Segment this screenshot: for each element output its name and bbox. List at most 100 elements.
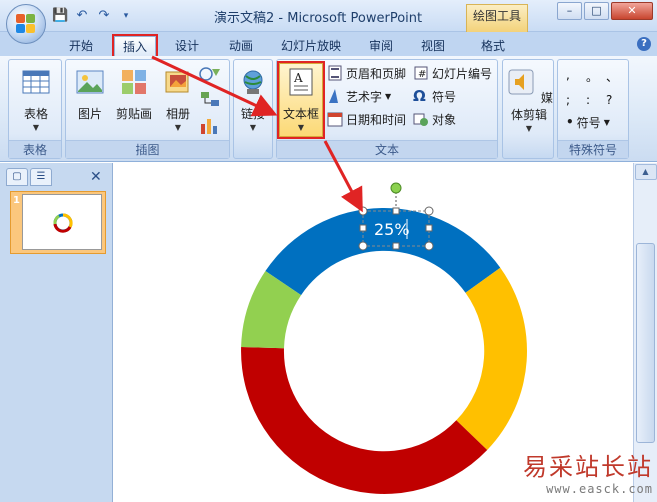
slide-number-icon: # [414, 66, 428, 80]
thumbnail-donut [53, 213, 73, 233]
chevron-down-icon: ▼ [174, 123, 182, 132]
clipart-icon [122, 70, 146, 94]
scrollbar-thumb[interactable] [636, 243, 655, 443]
datetime-button[interactable]: 日期和时间 [327, 109, 406, 129]
object-icon [413, 113, 428, 126]
group-label-text: 文本 [277, 140, 497, 158]
pane-tabs: ▢ ☰ [6, 168, 52, 186]
textbox-button[interactable]: A 文本框 ▼ [277, 61, 325, 139]
svg-text:A: A [293, 71, 303, 85]
tab-format[interactable]: 格式 [474, 36, 512, 56]
datetime-label: 日期和时间 [346, 112, 407, 127]
tab-review[interactable]: 审阅 [362, 36, 400, 56]
slide-number-button[interactable]: # 幻灯片编号 [413, 63, 492, 83]
tab-insert[interactable]: 插入 [112, 34, 158, 58]
resize-handle [358, 241, 368, 251]
undo-icon[interactable]: ↶ [74, 8, 90, 24]
title-bar: 💾 ↶ ↷ ▾ 演示文稿2 - Microsoft PowerPoint 绘图工… [0, 0, 657, 32]
header-footer-button[interactable]: 页眉和页脚 [327, 63, 406, 83]
picture-button[interactable]: 图片 [68, 64, 112, 136]
close-button[interactable]: ✕ [611, 2, 653, 20]
special-char[interactable]: , [566, 68, 586, 85]
clipart-button[interactable]: 剪贴画 [112, 64, 156, 136]
chevron-down-icon: ▼ [32, 123, 40, 132]
object-label: 对象 [432, 112, 457, 127]
calendar-icon [327, 112, 343, 127]
header-footer-label: 页眉和页脚 [346, 66, 407, 81]
group-link: 链接 ▼ [233, 59, 273, 159]
window-title: 演示文稿2 - Microsoft PowerPoint [214, 11, 423, 26]
outline-tab[interactable]: ☰ [30, 168, 52, 186]
resize-handle [424, 206, 434, 216]
slides-pane: ▢ ☰ ✕ 1 [0, 163, 113, 502]
omega-icon: Ω [413, 87, 426, 105]
chevron-down-icon: ▼ [603, 117, 610, 127]
save-icon[interactable]: 💾 [52, 8, 68, 24]
watermark-url: www.easck.com [546, 482, 653, 496]
wordart-label: 艺术字 [346, 89, 383, 104]
shapes-button[interactable] [198, 64, 224, 134]
resize-handle [424, 241, 434, 251]
ribbon: 表格 ▼ 表格 图片 剪贴画 相册 ▼ 插图 链接 ▼ A 文本框 ▼ 页眉和页… [0, 56, 657, 162]
redo-icon[interactable]: ↷ [96, 8, 112, 24]
help-icon[interactable]: ? [637, 37, 651, 51]
resize-handle [392, 242, 400, 250]
table-label: 表格 [23, 107, 48, 121]
svg-text:#: # [418, 69, 426, 80]
maximize-button[interactable]: □ [584, 2, 609, 20]
window-controls: – □ ✕ [557, 2, 653, 20]
textbox-icon: A [289, 68, 313, 96]
special-char[interactable]: 、 [606, 68, 626, 85]
special-char[interactable]: ; [566, 93, 586, 107]
wordart-button[interactable]: 艺术字 ▼ [327, 86, 391, 106]
office-logo-icon [16, 14, 36, 34]
textbox-label: 文本框 [282, 107, 319, 121]
tab-slideshow[interactable]: 幻灯片放映 [276, 36, 346, 56]
customize-qat-icon[interactable]: ▾ [118, 8, 134, 24]
tab-home[interactable]: 开始 [62, 36, 100, 56]
contextual-tab-drawing-tools: 绘图工具 [466, 4, 528, 32]
special-char[interactable]: ? [606, 93, 626, 107]
group-label-table: 表格 [9, 140, 61, 158]
object-button[interactable]: 对象 [413, 109, 456, 129]
media-clip-button[interactable]: 媒体剪辑 ▼ [503, 64, 555, 136]
special-char[interactable]: : [586, 93, 606, 107]
chevron-down-icon: ▼ [249, 123, 257, 132]
bullet-icon: • [566, 115, 574, 129]
group-illustrations: 图片 剪贴画 相册 ▼ 插图 [65, 59, 230, 159]
watermark: 易采站长站 www.easck.com [523, 447, 653, 496]
picture-label: 图片 [77, 107, 102, 121]
resize-handle [359, 224, 367, 232]
link-button[interactable]: 链接 ▼ [232, 64, 274, 136]
symbol-label: 符号 [432, 89, 457, 104]
close-pane-icon[interactable]: ✕ [90, 169, 102, 185]
album-label: 相册 [165, 107, 190, 121]
album-button[interactable]: 相册 ▼ [156, 64, 200, 136]
symbol-button[interactable]: Ω 符号 [413, 86, 456, 106]
slide-thumbnail[interactable] [22, 194, 102, 250]
slide-number-label: 幻灯片编号 [432, 66, 493, 81]
watermark-site-name: 易采站长站 [523, 453, 653, 481]
photo-album-icon [165, 71, 189, 93]
chevron-down-icon: ▼ [297, 123, 305, 132]
chevron-down-icon: ▼ [385, 91, 392, 101]
tab-design[interactable]: 设计 [168, 36, 206, 56]
donut-segment-red [241, 347, 488, 494]
chevron-down-icon: ▼ [525, 124, 533, 133]
resize-handle [425, 224, 433, 232]
minimize-button[interactable]: – [557, 2, 582, 20]
tab-animation[interactable]: 动画 [222, 36, 260, 56]
slides-tab[interactable]: ▢ [6, 168, 28, 186]
tab-view[interactable]: 视图 [414, 36, 452, 56]
office-button[interactable] [6, 4, 46, 44]
special-char[interactable]: 。 [586, 68, 606, 85]
smartart-icon [201, 92, 219, 106]
chart-icon [201, 119, 217, 134]
group-table: 表格 ▼ 表格 [8, 59, 62, 159]
quick-access-toolbar: 💾 ↶ ↷ ▾ [52, 7, 134, 25]
link-label: 链接 [240, 107, 265, 121]
special-symbol-button[interactable]: • 符号 ▼ [566, 112, 610, 132]
scroll-up-icon[interactable]: ▲ [634, 164, 657, 180]
table-button[interactable]: 表格 ▼ [14, 64, 58, 136]
special-symbol-label: 符号 [576, 115, 601, 130]
